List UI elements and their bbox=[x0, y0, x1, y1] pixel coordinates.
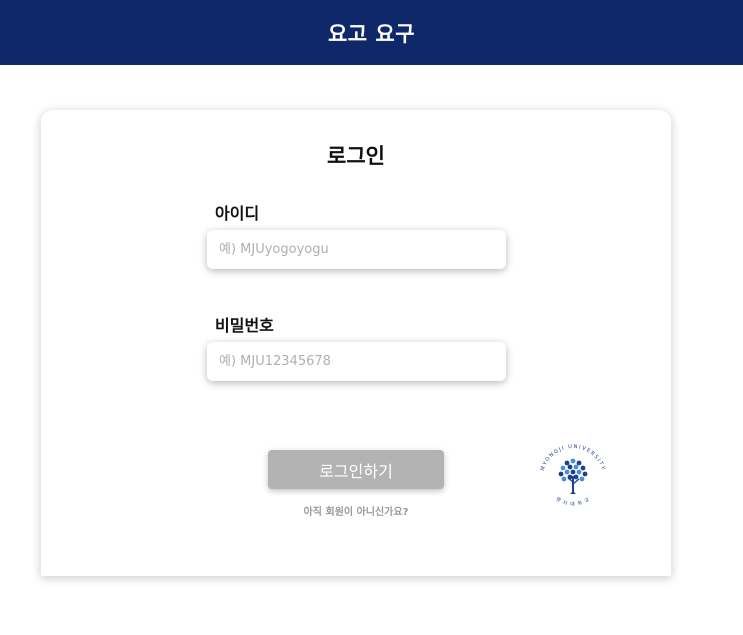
svg-text:명 지 대 학 교: 명 지 대 학 교 bbox=[555, 495, 592, 507]
myongji-university-seal-icon: MYONGJI UNIVERSITY 명 지 대 학 교 bbox=[540, 444, 606, 508]
login-title: 로그인 bbox=[327, 144, 385, 168]
logo-ring-text-top: MYONGJI UNIVERSITY bbox=[540, 444, 605, 472]
login-card: 로그인 아이디 비밀번호 로그인하기 아직 회원이 아니신가요? MYONGJI… bbox=[41, 110, 671, 576]
password-label: 비밀번호 bbox=[215, 316, 274, 335]
app-title: 요고 요구 bbox=[327, 21, 416, 46]
id-label: 아이디 bbox=[215, 204, 260, 223]
university-logo: MYONGJI UNIVERSITY 명 지 대 학 교 bbox=[534, 440, 612, 512]
app-header: 요고 요구 bbox=[0, 0, 743, 65]
password-input[interactable] bbox=[207, 342, 506, 381]
id-input[interactable] bbox=[207, 230, 506, 269]
logo-ring-text-bottom: 명 지 대 학 교 bbox=[555, 495, 591, 507]
login-button[interactable]: 로그인하기 bbox=[268, 450, 444, 489]
signup-link[interactable]: 아직 회원이 아니신가요? bbox=[268, 503, 444, 518]
svg-text:MYONGJI UNIVERSITY: MYONGJI UNIVERSITY bbox=[540, 444, 606, 472]
